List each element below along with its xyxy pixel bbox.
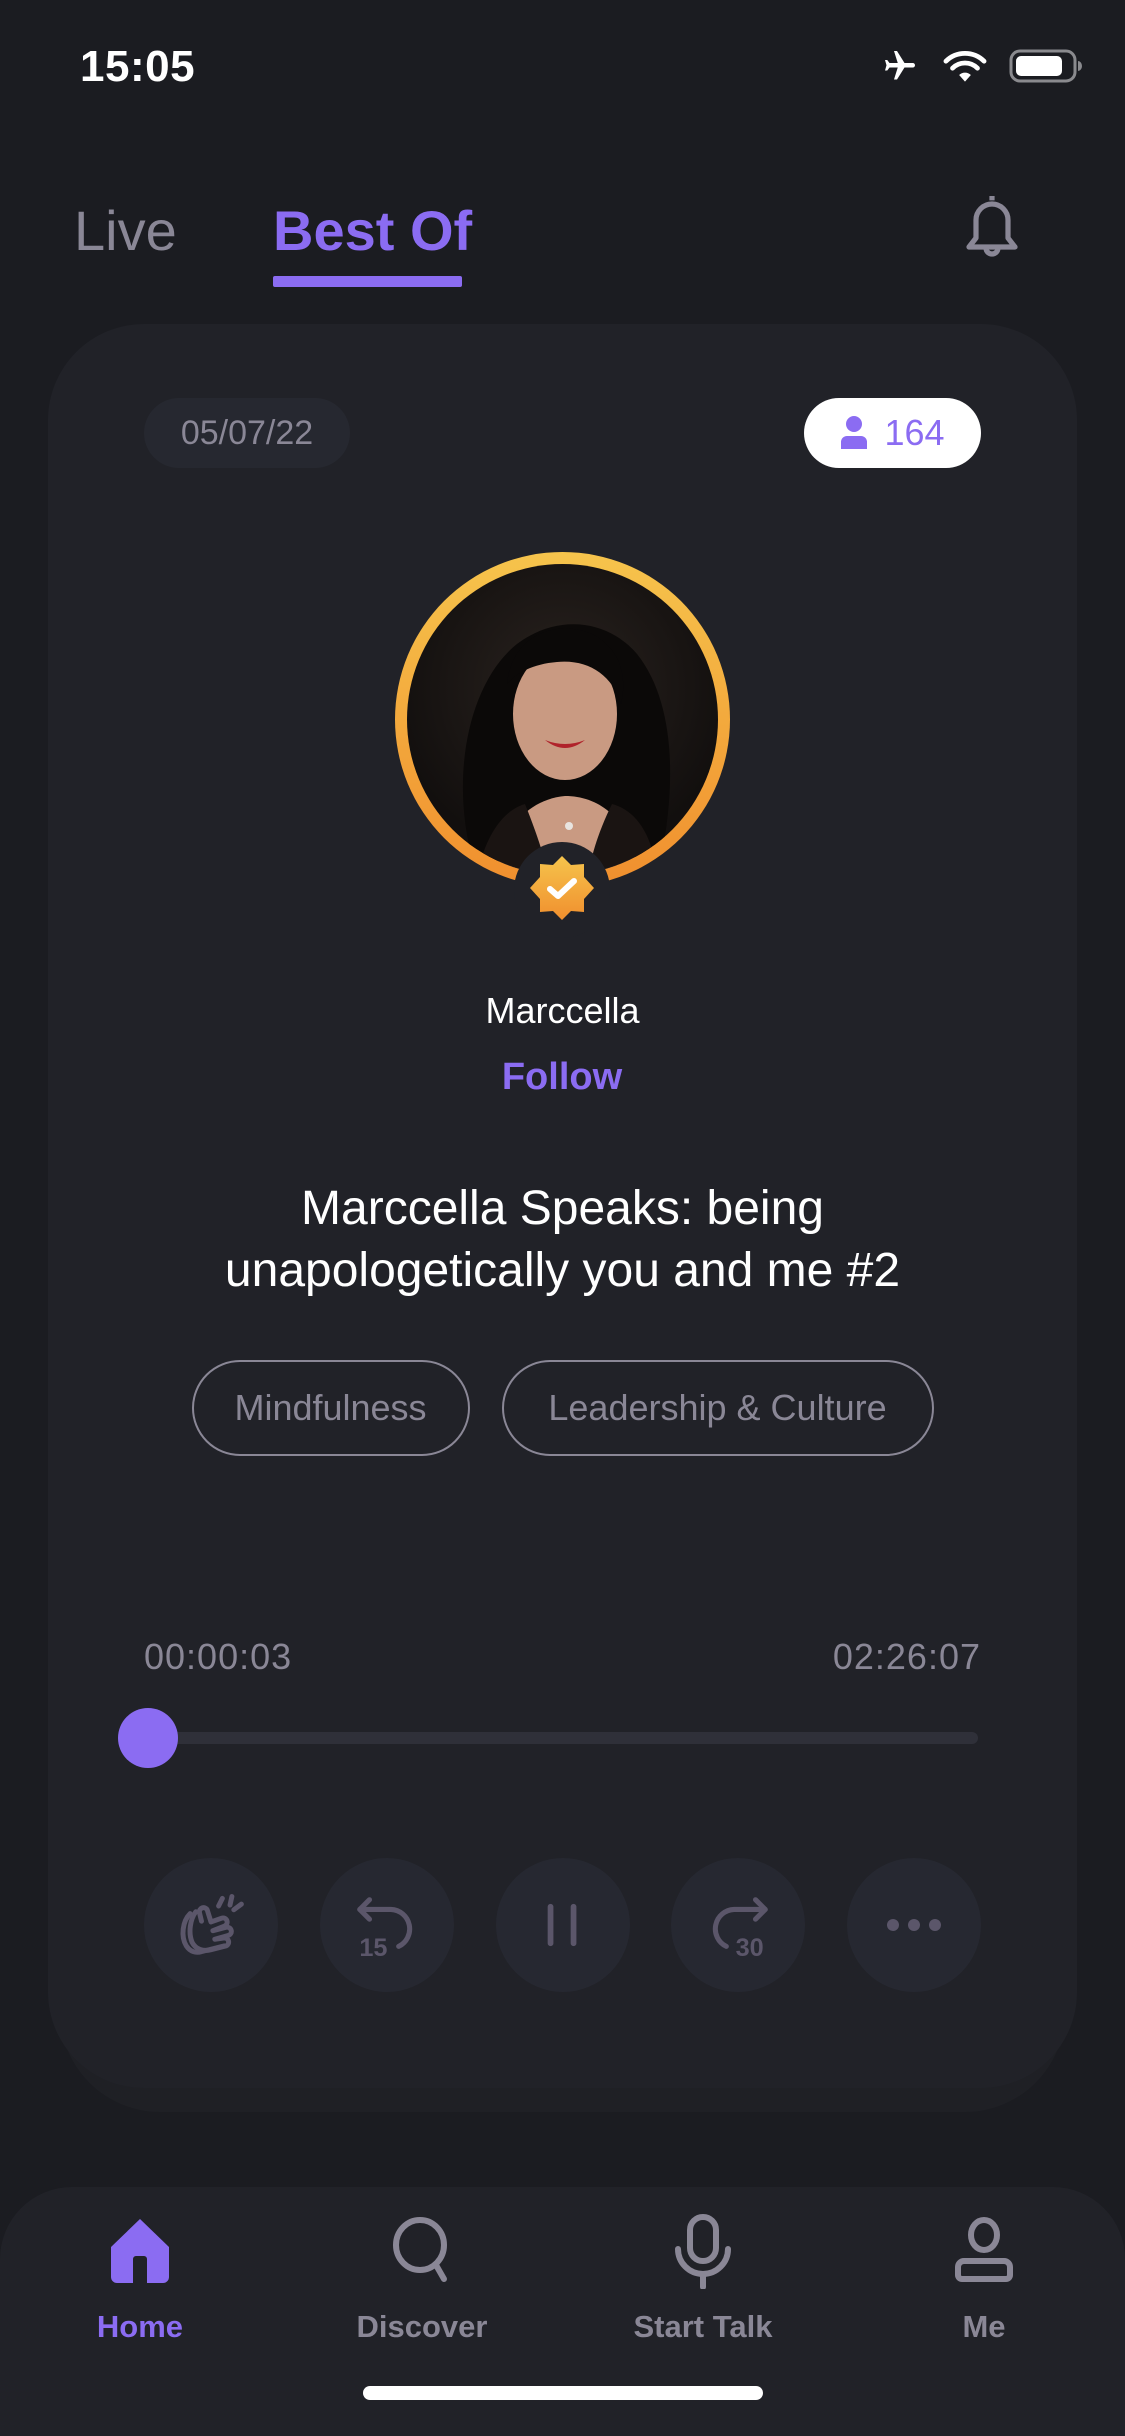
host-name[interactable]: Marccella <box>0 990 1125 1032</box>
top-tabs: Live Best Of <box>0 190 1125 300</box>
home-icon <box>111 2219 169 2283</box>
playback-progress-slider[interactable] <box>118 1708 978 1768</box>
tab-bar-me[interactable]: Me <box>884 2211 1084 2345</box>
clap-button[interactable] <box>144 1858 278 1992</box>
tab-bar-home[interactable]: Home <box>40 2211 240 2345</box>
wifi-icon <box>943 51 987 82</box>
tab-bar-start-talk[interactable]: Start Talk <box>603 2211 803 2345</box>
status-icons <box>879 48 1083 84</box>
tab-bar-discover[interactable]: Discover <box>322 2211 522 2345</box>
verified-badge-icon <box>530 856 594 920</box>
tab-bar-label: Discover <box>356 2309 488 2344</box>
forward-seconds-label: 30 <box>736 1934 764 1961</box>
listener-count: 164 <box>884 412 945 453</box>
more-horizontal-icon <box>887 1919 941 1931</box>
tag-leadership-culture[interactable]: Leadership & Culture <box>501 1360 934 1456</box>
tag-mindfulness[interactable]: Mindfulness <box>191 1360 470 1456</box>
person-icon <box>841 416 868 449</box>
tab-best-of[interactable]: Best Of <box>273 198 472 263</box>
status-time: 15:05 <box>80 42 196 91</box>
tab-bar-label: Start Talk <box>633 2309 773 2344</box>
microphone-icon <box>675 2214 731 2289</box>
pause-icon <box>547 1903 576 1947</box>
progress-thumb[interactable] <box>118 1708 179 1768</box>
home-indicator <box>363 2386 763 2400</box>
follow-button[interactable]: Follow <box>462 1056 662 1099</box>
status-bar: 15:05 <box>0 0 1125 132</box>
tab-live[interactable]: Live <box>74 198 177 263</box>
player-controls: 15 30 <box>144 1858 981 1992</box>
more-options-button[interactable] <box>847 1858 981 1992</box>
airplane-icon <box>885 51 915 80</box>
rewind-15-button[interactable]: 15 <box>319 1858 454 1992</box>
profile-icon <box>955 2217 1013 2282</box>
rewind-seconds-label: 15 <box>359 1934 387 1961</box>
rewind-15-icon: 15 <box>357 1897 412 1961</box>
battery-icon <box>1009 49 1082 83</box>
host-avatar[interactable] <box>395 552 730 938</box>
bell-icon[interactable] <box>960 190 1024 262</box>
topic-tags: Mindfulness Leadership & Culture <box>0 1360 1125 1456</box>
total-duration: 02:26:07 <box>832 1636 981 1677</box>
active-tab-indicator <box>273 276 462 287</box>
tab-bar-label: Me <box>962 2309 1006 2344</box>
avatar-photo <box>407 564 718 875</box>
tab-bar-label: Home <box>96 2309 184 2344</box>
search-icon <box>393 2217 447 2282</box>
portrait-illustration <box>462 624 671 875</box>
elapsed-time: 00:00:03 <box>144 1636 293 1677</box>
forward-30-icon: 30 <box>713 1897 768 1961</box>
listener-count-badge: 164 <box>804 398 981 468</box>
forward-30-button[interactable]: 30 <box>671 1858 806 1992</box>
talk-title: Marccella Speaks: being unapologetically… <box>224 1182 901 1297</box>
date-badge: 05/07/22 <box>144 398 350 468</box>
clapping-hands-icon <box>180 1894 244 1955</box>
pause-button[interactable] <box>495 1858 630 1992</box>
